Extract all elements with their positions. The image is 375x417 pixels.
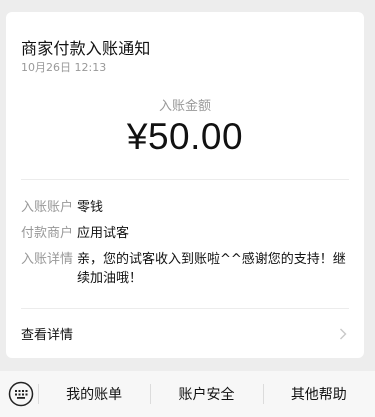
divider	[21, 179, 349, 180]
view-detail-label: 查看详情	[21, 328, 74, 343]
notification-time: 10月26日 12:13	[21, 61, 107, 74]
amount-value: ¥50.00	[126, 116, 244, 157]
detail-row-merchant: 付款商户 应用试客	[21, 224, 349, 243]
bottom-menu-bar: 我的账单 账户安全 其他帮助	[0, 371, 375, 417]
menu-other-help[interactable]: 其他帮助	[262, 371, 375, 417]
detail-row-description: 入账详情 亲，您的试客收入到账啦^^感谢您的支持！继续加油哦！	[21, 250, 349, 288]
payment-notification-card: 商家付款入账通知 10月26日 12:13 入账金额 ¥50.00 入账账户 零…	[6, 12, 364, 358]
detail-row-account: 入账账户 零钱	[21, 198, 349, 217]
detail-value: 应用试客	[77, 226, 130, 241]
detail-value: 亲，您的试客收入到账啦^^感谢您的支持！继续加油哦！	[77, 252, 346, 286]
keyboard-icon	[8, 381, 34, 407]
view-detail-link[interactable]: 查看详情	[6, 309, 364, 358]
notification-title: 商家付款入账通知	[21, 39, 151, 58]
detail-key: 付款商户	[21, 226, 74, 241]
detail-value: 零钱	[77, 200, 104, 215]
menu-account-security[interactable]: 账户安全	[150, 371, 262, 417]
detail-key: 入账详情	[21, 252, 74, 267]
chevron-right-icon	[337, 328, 349, 340]
keyboard-toggle-button[interactable]	[4, 371, 38, 417]
amount-label: 入账金额	[158, 99, 211, 114]
detail-key: 入账账户	[21, 200, 74, 215]
menu-my-bills[interactable]: 我的账单	[38, 371, 150, 417]
